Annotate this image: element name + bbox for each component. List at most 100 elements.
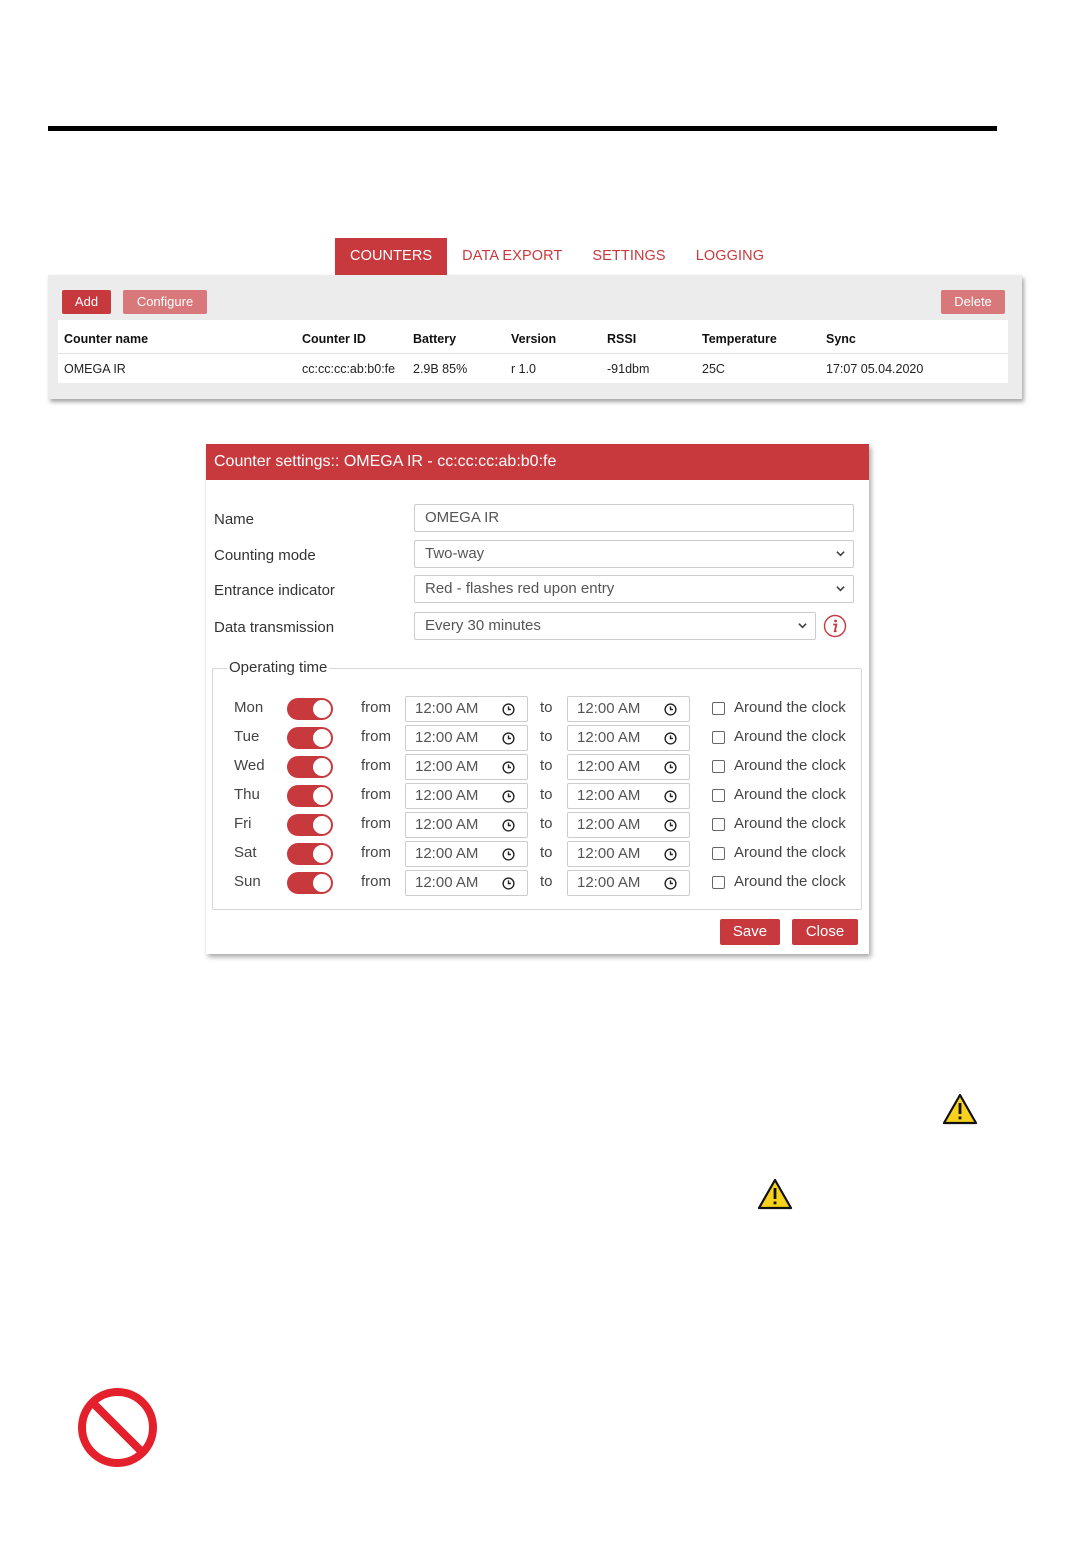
table-header: Counter name Counter ID Battery Version … (58, 324, 1008, 354)
clock-icon[interactable] (502, 848, 515, 861)
from-label: from (361, 873, 391, 890)
header-rssi[interactable]: RSSI (607, 324, 636, 354)
warning-icon (757, 1178, 793, 1210)
around-the-clock-checkbox[interactable] (712, 789, 725, 802)
around-the-clock-label[interactable]: Around the clock (734, 873, 846, 890)
clock-icon[interactable] (502, 877, 515, 890)
to-time-input[interactable]: 12:00 AM (567, 725, 690, 751)
day-label: Mon (234, 699, 264, 716)
header-temperature[interactable]: Temperature (702, 324, 777, 354)
cell-rssi: -91dbm (607, 362, 650, 376)
header-version[interactable]: Version (511, 324, 556, 354)
warning-icon (942, 1093, 978, 1125)
around-the-clock-checkbox[interactable] (712, 760, 725, 773)
day-toggle[interactable] (287, 872, 333, 894)
clock-icon[interactable] (664, 761, 677, 774)
day-toggle[interactable] (287, 785, 333, 807)
to-label: to (540, 844, 553, 861)
close-button[interactable]: Close (792, 919, 858, 945)
cell-temperature: 25C (702, 362, 725, 376)
main-tabs: COUNTERS DATA EXPORT SETTINGS LOGGING (335, 238, 779, 275)
clock-icon[interactable] (502, 703, 515, 716)
top-rule (48, 126, 997, 131)
clock-icon[interactable] (664, 877, 677, 890)
counting-mode-select[interactable]: Two-way (414, 540, 854, 568)
dialog-title: Counter settings:: OMEGA IR - cc:cc:cc:a… (206, 444, 869, 480)
around-the-clock-checkbox[interactable] (712, 847, 725, 860)
day-label: Sat (234, 844, 257, 861)
clock-icon[interactable] (664, 848, 677, 861)
clock-icon[interactable] (502, 790, 515, 803)
to-time-input[interactable]: 12:00 AM (567, 783, 690, 809)
header-sync[interactable]: Sync (826, 324, 856, 354)
to-time-input[interactable]: 12:00 AM (567, 841, 690, 867)
cell-version: r 1.0 (511, 362, 537, 376)
to-time-value: 12:00 AM (577, 729, 641, 746)
table-row[interactable]: OMEGA IR cc:cc:cc:ab:b0:fe 2.9B 85% r 1.… (58, 354, 1008, 384)
clock-icon[interactable] (502, 761, 515, 774)
counters-table: Counter name Counter ID Battery Version … (58, 320, 1008, 383)
to-time-value: 12:00 AM (577, 874, 641, 891)
clock-icon[interactable] (664, 732, 677, 745)
name-label: Name (214, 511, 255, 528)
configure-button[interactable]: Configure (123, 290, 207, 314)
around-the-clock-label[interactable]: Around the clock (734, 728, 846, 745)
to-label: to (540, 815, 553, 832)
name-input[interactable]: OMEGA IR (414, 504, 854, 532)
day-row-sat: Sat from 12:00 AM to 12:00 AM Around the… (213, 841, 863, 867)
around-the-clock-label[interactable]: Around the clock (734, 844, 846, 861)
to-label: to (540, 873, 553, 890)
from-time-input[interactable]: 12:00 AM (405, 812, 528, 838)
from-time-input[interactable]: 12:00 AM (405, 754, 528, 780)
from-time-value: 12:00 AM (415, 700, 479, 717)
clock-icon[interactable] (502, 819, 515, 832)
day-toggle[interactable] (287, 843, 333, 865)
around-the-clock-checkbox[interactable] (712, 731, 725, 744)
around-the-clock-label[interactable]: Around the clock (734, 786, 846, 803)
tab-counters[interactable]: COUNTERS (335, 238, 448, 275)
tab-data-export[interactable]: DATA EXPORT (447, 238, 577, 275)
tab-settings[interactable]: SETTINGS (577, 238, 680, 275)
from-time-input[interactable]: 12:00 AM (405, 725, 528, 751)
clock-icon[interactable] (502, 732, 515, 745)
around-the-clock-checkbox[interactable] (712, 702, 725, 715)
day-toggle[interactable] (287, 756, 333, 778)
around-the-clock-checkbox[interactable] (712, 818, 725, 831)
to-time-input[interactable]: 12:00 AM (567, 754, 690, 780)
info-icon[interactable] (823, 614, 847, 638)
from-time-input[interactable]: 12:00 AM (405, 870, 528, 896)
day-toggle[interactable] (287, 814, 333, 836)
to-time-input[interactable]: 12:00 AM (567, 812, 690, 838)
data-transmission-select[interactable]: Every 30 minutes (414, 612, 816, 640)
clock-icon[interactable] (664, 819, 677, 832)
day-toggle[interactable] (287, 727, 333, 749)
delete-button[interactable]: Delete (941, 290, 1005, 314)
data-transmission-label: Data transmission (214, 619, 335, 636)
day-row-sun: Sun from 12:00 AM to 12:00 AM Around the… (213, 870, 863, 896)
from-time-input[interactable]: 12:00 AM (405, 841, 528, 867)
counter-settings-dialog: Counter settings:: OMEGA IR - cc:cc:cc:a… (206, 444, 869, 954)
header-counter-name[interactable]: Counter name (64, 324, 148, 354)
from-time-input[interactable]: 12:00 AM (405, 696, 528, 722)
clock-icon[interactable] (664, 703, 677, 716)
header-battery[interactable]: Battery (413, 324, 456, 354)
day-toggle[interactable] (287, 698, 333, 720)
to-time-input[interactable]: 12:00 AM (567, 696, 690, 722)
add-button[interactable]: Add (62, 290, 111, 314)
around-the-clock-checkbox[interactable] (712, 876, 725, 889)
around-the-clock-label[interactable]: Around the clock (734, 699, 846, 716)
from-time-input[interactable]: 12:00 AM (405, 783, 528, 809)
from-label: from (361, 728, 391, 745)
cell-counter-id: cc:cc:cc:ab:b0:fe (302, 362, 396, 376)
tab-logging[interactable]: LOGGING (681, 238, 779, 275)
operating-time-group: Operating time Mon from 12:00 AM to 12:0… (212, 659, 863, 910)
clock-icon[interactable] (664, 790, 677, 803)
header-counter-id[interactable]: Counter ID (302, 324, 366, 354)
entrance-indicator-select[interactable]: Red - flashes red upon entry (414, 575, 854, 603)
to-time-input[interactable]: 12:00 AM (567, 870, 690, 896)
save-button[interactable]: Save (720, 919, 780, 945)
to-time-value: 12:00 AM (577, 700, 641, 717)
to-label: to (540, 699, 553, 716)
around-the-clock-label[interactable]: Around the clock (734, 757, 846, 774)
around-the-clock-label[interactable]: Around the clock (734, 815, 846, 832)
